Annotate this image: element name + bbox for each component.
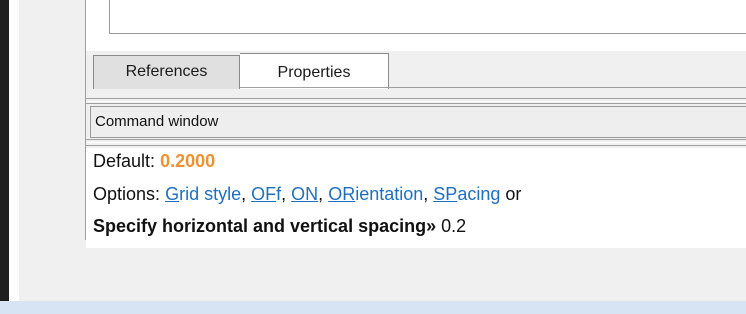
top-panel xyxy=(86,0,746,51)
options-label: Options: xyxy=(93,184,161,204)
option-spacing[interactable]: SPacing xyxy=(433,184,500,204)
command-input-value[interactable]: 0.2 xyxy=(441,216,466,236)
window-bottom-band xyxy=(0,301,746,314)
option-grid-style[interactable]: Grid style xyxy=(165,184,241,204)
option-on[interactable]: ON xyxy=(291,184,318,204)
options-line: Options: Grid style, OFf, ON, ORientatio… xyxy=(93,184,521,205)
main-area: References Properties Command window Def… xyxy=(86,0,746,248)
command-output: Default: 0.2000 Options: Grid style, OFf… xyxy=(86,148,746,248)
window-left-strip xyxy=(9,0,19,301)
option-separator: , xyxy=(423,184,429,204)
option-off[interactable]: OFf xyxy=(251,184,281,204)
splitter-line xyxy=(86,98,746,99)
command-window-title: Command window xyxy=(90,106,746,138)
prompt-text: Specify horizontal and vertical spacing» xyxy=(93,216,437,236)
splitter-highlight xyxy=(86,142,746,143)
splitter-line xyxy=(86,103,746,104)
left-panel xyxy=(19,0,86,240)
default-label: Default: xyxy=(93,151,156,171)
tab-references[interactable]: References xyxy=(93,55,240,89)
option-separator: , xyxy=(281,184,287,204)
default-line: Default: 0.2000 xyxy=(93,151,215,172)
splitter-line xyxy=(86,139,746,140)
option-separator: , xyxy=(241,184,247,204)
options-suffix: or xyxy=(505,184,522,204)
prompt-line[interactable]: Specify horizontal and vertical spacing»… xyxy=(93,216,466,237)
option-separator: , xyxy=(318,184,324,204)
option-orientation[interactable]: ORientation xyxy=(328,184,423,204)
splitter-highlight xyxy=(86,101,746,102)
top-panel-content xyxy=(109,0,746,34)
default-value: 0.2000 xyxy=(160,151,216,171)
tab-properties[interactable]: Properties xyxy=(240,53,389,89)
tab-strip-line xyxy=(240,87,746,88)
splitter-line xyxy=(86,145,746,146)
window-left-border xyxy=(0,0,9,301)
